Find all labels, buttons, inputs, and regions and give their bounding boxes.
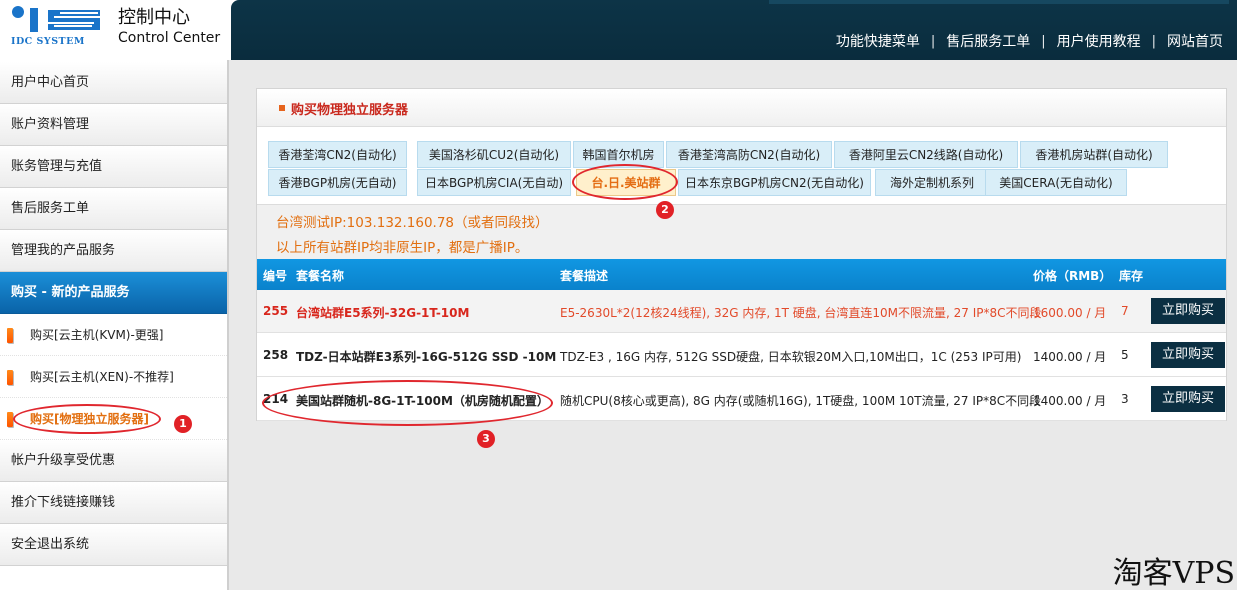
sidebar-item-account-profile[interactable]: 账户资料管理: [0, 104, 227, 146]
panel-header: 购买物理独立服务器: [257, 89, 1226, 127]
row-stock: 7: [1121, 304, 1129, 318]
sidebar-item-logout[interactable]: 安全退出系统: [0, 524, 227, 566]
buy-now-button[interactable]: 立即购买: [1151, 298, 1225, 324]
panel-title: 购买物理独立服务器: [291, 103, 409, 118]
sidebar-item-referral[interactable]: 推介下线链接赚钱: [0, 482, 227, 524]
buy-now-button[interactable]: 立即购买: [1151, 386, 1225, 412]
tab-hk-bgp[interactable]: 香港BGP机房(无自动): [268, 169, 407, 196]
row-name: 台湾站群E5系列-32G-1T-10M: [296, 306, 470, 320]
col-header-name: 套餐名称: [296, 269, 345, 283]
tab-us-cera[interactable]: 美国CERA(无自动化): [985, 169, 1127, 196]
tab-jp-bgp-cia[interactable]: 日本BGP机房CIA(无自动): [417, 169, 571, 196]
tab-jp-tokyo-bgp-cn2[interactable]: 日本东京BGP机房CN2(无自动化): [678, 169, 871, 196]
watermark: 淘客VPS: [1112, 556, 1235, 590]
tab-hk-aliyun-cn2[interactable]: 香港阿里云CN2线路(自动化): [834, 141, 1018, 168]
brand-title-cn: 控制中心: [118, 7, 190, 28]
notice-ip-type: 以上所有站群IP均非原生IP，都是广播IP。: [276, 240, 529, 256]
sidebar-item-upgrade-account[interactable]: 帐户升级享受优惠: [0, 440, 227, 482]
tab-hk-tsuen-wan-ddos-cn2[interactable]: 香港荃湾高防CN2(自动化): [666, 141, 832, 168]
row-stock: 3: [1121, 392, 1129, 406]
topnav-separator: |: [1041, 33, 1046, 49]
annotation-ellipse-row: [262, 380, 553, 426]
sidebar-item-my-products[interactable]: 管理我的产品服务: [0, 230, 227, 272]
tab-overseas-custom[interactable]: 海外定制机系列: [875, 169, 989, 196]
tab-hk-cluster[interactable]: 香港机房站群(自动化): [1020, 141, 1168, 168]
datacenter-tabs: 香港荃湾CN2(自动化) 美国洛杉矶CU2(自动化) 韩国首尔机房 香港荃湾高防…: [257, 127, 1226, 204]
sidebar-section-buy-new[interactable]: 购买 - 新的产品服务: [0, 272, 227, 314]
row-desc: E5-2630L*2(12核24线程), 32G 内存, 1T 硬盘, 台湾直连…: [560, 306, 1042, 320]
topnav-user-tutorial[interactable]: 用户使用教程: [1057, 31, 1141, 51]
col-header-price: 价格（RMB）: [1033, 269, 1112, 283]
topnav-separator: |: [930, 33, 936, 49]
col-header-stock: 库存: [1119, 269, 1144, 283]
buy-now-button[interactable]: 立即购买: [1151, 342, 1225, 368]
table-row: 255 台湾站群E5系列-32G-1T-10M E5-2630L*2(12核24…: [257, 290, 1226, 333]
topnav-separator: |: [1151, 33, 1156, 49]
sidebar-subitem-buy-kvm[interactable]: 购买[云主机(KVM)-更强]: [0, 314, 227, 356]
notice-area: 台湾测试IP:103.132.160.78（或者同段找） 以上所有站群IP均非原…: [257, 204, 1226, 259]
col-header-id: 编号: [263, 269, 288, 283]
sidebar: 用户中心首页 账户资料管理 账务管理与充值 售后服务工单 管理我的产品服务 购买…: [0, 60, 229, 590]
top-bar-strip: [769, 0, 1229, 4]
row-id: 258: [263, 348, 289, 362]
tab-us-la-cu2[interactable]: 美国洛杉矶CU2(自动化): [417, 141, 571, 168]
orange-bullet-icon: [7, 328, 13, 343]
topnav-site-home[interactable]: 网站首页: [1167, 31, 1223, 51]
topnav-support-tickets[interactable]: 售后服务工单: [946, 31, 1030, 51]
sidebar-item-support-tickets[interactable]: 售后服务工单: [0, 188, 227, 230]
square-bullet-icon: [279, 105, 285, 111]
topnav-shortcut-menu[interactable]: 功能快捷菜单: [836, 31, 920, 51]
header: IDC SYSTEM 控制中心 Control Center 功能快捷菜单 | …: [0, 0, 1237, 60]
table-row: 258 TDZ-日本站群E3系列-16G-512G SSD -10M TDZ-E…: [257, 334, 1226, 377]
sidebar-subitem-label: 购买[云主机(XEN)-不推荐]: [30, 370, 174, 384]
row-price: 1600.00 / 月: [1033, 306, 1107, 320]
top-nav: 功能快捷菜单 | 售后服务工单 | 用户使用教程 | 网站首页: [836, 31, 1223, 51]
brand-title-en: Control Center: [118, 30, 221, 46]
row-name: TDZ-日本站群E3系列-16G-512G SSD -10M: [296, 350, 557, 364]
tab-hk-tsuen-wan-cn2[interactable]: 香港荃湾CN2(自动化): [268, 141, 407, 168]
sidebar-subitem-label: 购买[云主机(KVM)-更强]: [30, 328, 164, 342]
sidebar-item-user-home[interactable]: 用户中心首页: [0, 62, 227, 104]
row-stock: 5: [1121, 348, 1129, 362]
sidebar-subitem-buy-xen[interactable]: 购买[云主机(XEN)-不推荐]: [0, 356, 227, 398]
annotation-ellipse-tab: [572, 164, 678, 200]
annotation-number-1: 1: [174, 415, 192, 433]
row-desc: TDZ-E3 , 16G 内存, 512G SSD硬盘, 日本软银20M入口,1…: [560, 350, 1022, 364]
col-header-desc: 套餐描述: [560, 269, 609, 283]
product-table-header: 编号 套餐名称 套餐描述 价格（RMB） 库存: [257, 259, 1226, 290]
orange-bullet-icon: [7, 370, 13, 385]
notice-test-ip: 台湾测试IP:103.132.160.78（或者同段找）: [276, 215, 549, 231]
logo-subtext: IDC SYSTEM: [11, 36, 85, 47]
sidebar-item-billing[interactable]: 账务管理与充值: [0, 146, 227, 188]
logo[interactable]: IDC SYSTEM 控制中心 Control Center: [0, 0, 231, 60]
annotation-number-3: 3: [477, 430, 495, 448]
top-bar: 功能快捷菜单 | 售后服务工单 | 用户使用教程 | 网站首页: [231, 0, 1237, 60]
buy-dedicated-panel: 购买物理独立服务器 香港荃湾CN2(自动化) 美国洛杉矶CU2(自动化) 韩国首…: [256, 88, 1227, 421]
row-id: 255: [263, 304, 289, 318]
row-price: 1400.00 / 月: [1033, 394, 1107, 408]
annotation-number-2: 2: [656, 201, 674, 219]
row-price: 1400.00 / 月: [1033, 350, 1107, 364]
row-desc: 随机CPU(8核心或更高), 8G 内存(或随机16G), 1T硬盘, 100M…: [560, 394, 1042, 408]
annotation-ellipse-sidebar: [13, 404, 161, 434]
